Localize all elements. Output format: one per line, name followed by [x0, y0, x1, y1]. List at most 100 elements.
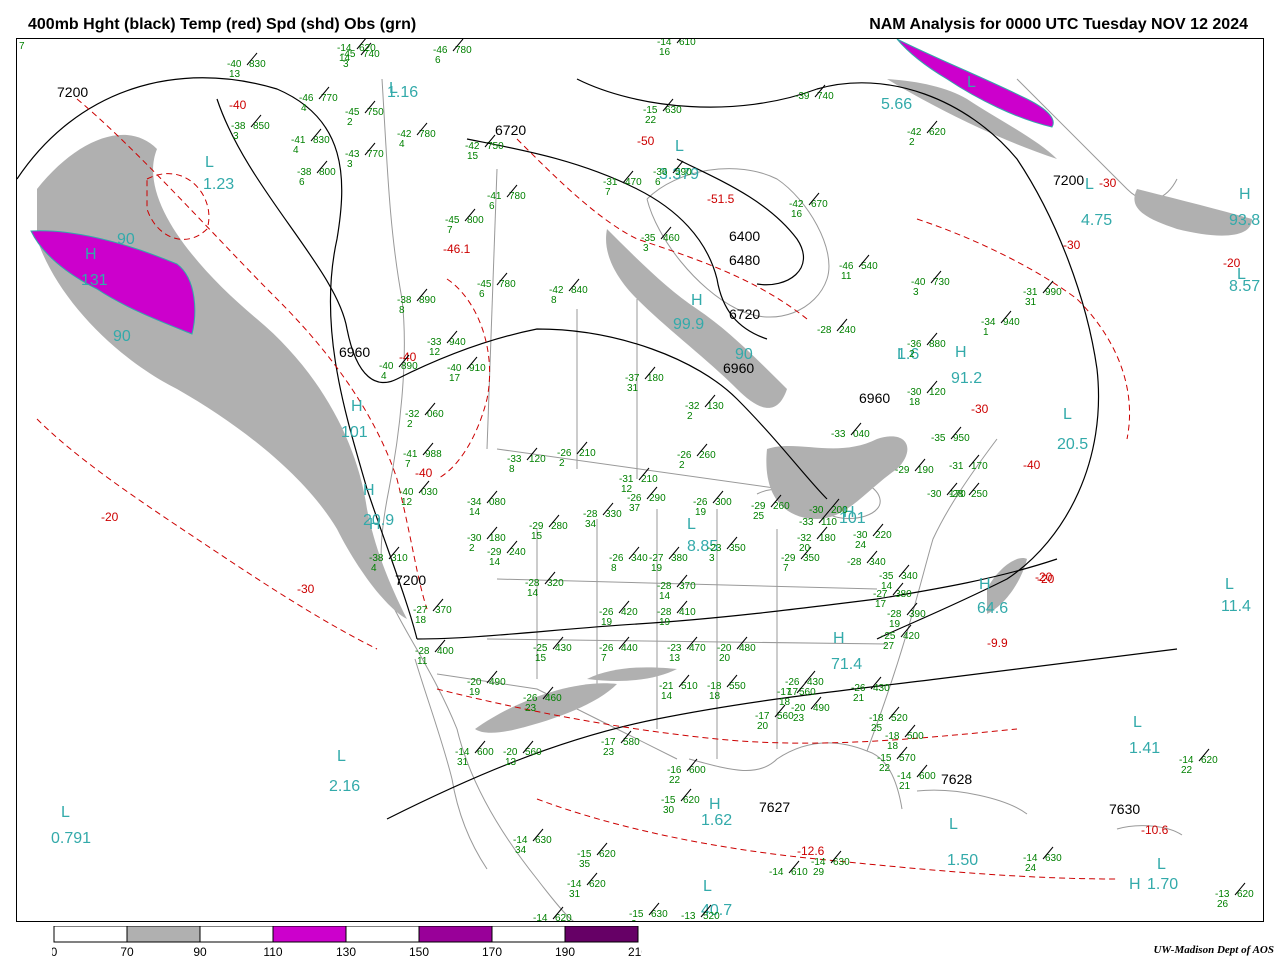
station-obs: -26 29037	[627, 486, 666, 514]
obs-height: 600	[689, 765, 706, 776]
speed-area-pacific	[37, 134, 407, 619]
speed-label: L	[1225, 576, 1234, 593]
station-obs: -27 37018	[413, 598, 452, 626]
obs-height: 620	[929, 127, 946, 138]
station-obs: -14 63034	[513, 828, 552, 856]
station-obs: -43 7703	[345, 142, 384, 170]
speed-label: 8.57	[1229, 278, 1260, 295]
station-obs: -32 1302	[685, 394, 724, 422]
obs-height: 988	[425, 449, 442, 460]
obs-height: 670	[811, 199, 828, 210]
colorbar-segment	[418, 926, 493, 943]
obs-dewpoint: 18	[709, 691, 721, 702]
obs-height: 430	[555, 643, 572, 654]
obs-temp: -14	[769, 867, 784, 878]
obs-height: 830	[313, 135, 330, 146]
height-label: 7628	[941, 771, 972, 787]
station-obs: -40 83013	[227, 52, 266, 80]
obs-dewpoint: 2	[909, 137, 915, 148]
height-label: 7200	[57, 84, 88, 100]
station-obs: -28 40011	[415, 639, 454, 667]
obs-dewpoint: 6	[655, 177, 661, 188]
obs-height: 180	[489, 533, 506, 544]
obs-height: 620	[555, 913, 572, 922]
obs-height: 040	[853, 429, 870, 440]
obs-temp: -29	[895, 465, 910, 476]
obs-height: 220	[875, 530, 892, 541]
obs-height: 410	[679, 607, 696, 618]
station-obs: -14 61016	[657, 39, 696, 58]
colorbar-tick-label: 90	[193, 945, 207, 958]
obs-dewpoint: 34	[515, 845, 527, 856]
obs-height: 180	[819, 533, 836, 544]
obs-dewpoint: 31	[1025, 297, 1037, 308]
height-label: 7200	[395, 572, 426, 588]
obs-height: 440	[621, 643, 638, 654]
colorbar-tick-label: 170	[482, 945, 502, 958]
colorbar-segment	[564, 926, 639, 943]
speed-label: L	[1157, 856, 1166, 873]
obs-dewpoint: 22	[645, 115, 657, 126]
speed-label: 93.8	[1229, 212, 1260, 229]
obs-dewpoint: 14	[527, 588, 539, 599]
obs-dewpoint: 23	[603, 747, 615, 758]
temp-label: -30	[1063, 238, 1081, 252]
colorbar-segment	[345, 926, 420, 943]
obs-height: 600	[919, 771, 936, 782]
obs-height: 940	[1003, 317, 1020, 328]
obs-dewpoint: 4	[293, 145, 299, 156]
obs-height: 890	[419, 295, 436, 306]
obs-dewpoint: 31	[457, 757, 469, 768]
obs-dewpoint: 16	[791, 209, 803, 220]
obs-height: 310	[391, 553, 408, 564]
obs-height: 750	[487, 141, 504, 152]
obs-dewpoint: 22	[879, 763, 891, 774]
station-obs: -45 7502	[345, 100, 384, 128]
weather-map: 7200 6720 6400 6480 6720 6960 6960 6960 7200 7200…	[16, 38, 1264, 922]
obs-temp: -33	[799, 517, 814, 528]
obs-dewpoint: 14	[469, 507, 481, 518]
obs-dewpoint: 7	[601, 653, 607, 664]
station-obs: -32 0602	[405, 402, 444, 430]
station-obs: -38 8908	[397, 288, 436, 316]
obs-dewpoint: 19	[469, 687, 481, 698]
obs-height: 910	[469, 363, 486, 374]
obs-height: 610	[679, 39, 696, 48]
obs-dewpoint: 14	[489, 557, 501, 568]
station-obs: -14 60021	[897, 764, 936, 792]
obs-height: 550	[729, 681, 746, 692]
height-label: 7200	[1053, 172, 1084, 188]
obs-dewpoint: 3	[913, 287, 919, 298]
speed-label: 4.75	[1081, 212, 1112, 229]
analysis-time-label: NAM Analysis for 0000 UTC Tuesday NOV 12…	[869, 16, 1248, 33]
speed-label: 1.70	[1147, 876, 1178, 893]
obs-dewpoint: 11	[841, 271, 852, 282]
obs-dewpoint: 2	[679, 460, 685, 471]
obs-dewpoint: 19	[601, 617, 613, 628]
obs-height: 990	[1045, 287, 1062, 298]
height-label: 7627	[759, 799, 790, 815]
obs-dewpoint: 7	[447, 225, 453, 236]
obs-temp: -14	[533, 913, 548, 922]
obs-height: 580	[623, 737, 640, 748]
station-obs: -40 03012	[399, 480, 438, 508]
obs-dewpoint: 2	[407, 419, 413, 430]
station-obs: -33 040	[831, 422, 870, 440]
obs-dewpoint: 6	[299, 177, 305, 188]
station-obs: -42 7804	[397, 122, 436, 150]
station-obs: -45 7806	[477, 272, 516, 300]
speed-label: L	[61, 804, 70, 821]
obs-dewpoint: 25	[871, 723, 883, 734]
station-obs: -18 55018	[707, 674, 746, 702]
obs-height: 350	[729, 543, 746, 554]
obs-height: 730	[933, 277, 950, 288]
obs-dewpoint: 3	[233, 131, 239, 142]
obs-dewpoint: 19	[659, 617, 671, 628]
obs-temp: -28	[817, 325, 832, 336]
station-obs: -32 18020	[797, 526, 836, 554]
station-obs: -28 37014	[657, 574, 696, 602]
obs-height: 240	[509, 547, 526, 558]
obs-dewpoint: 3	[643, 243, 649, 254]
station-obs: -28 340	[847, 550, 886, 568]
obs-dewpoint: 14	[661, 691, 673, 702]
